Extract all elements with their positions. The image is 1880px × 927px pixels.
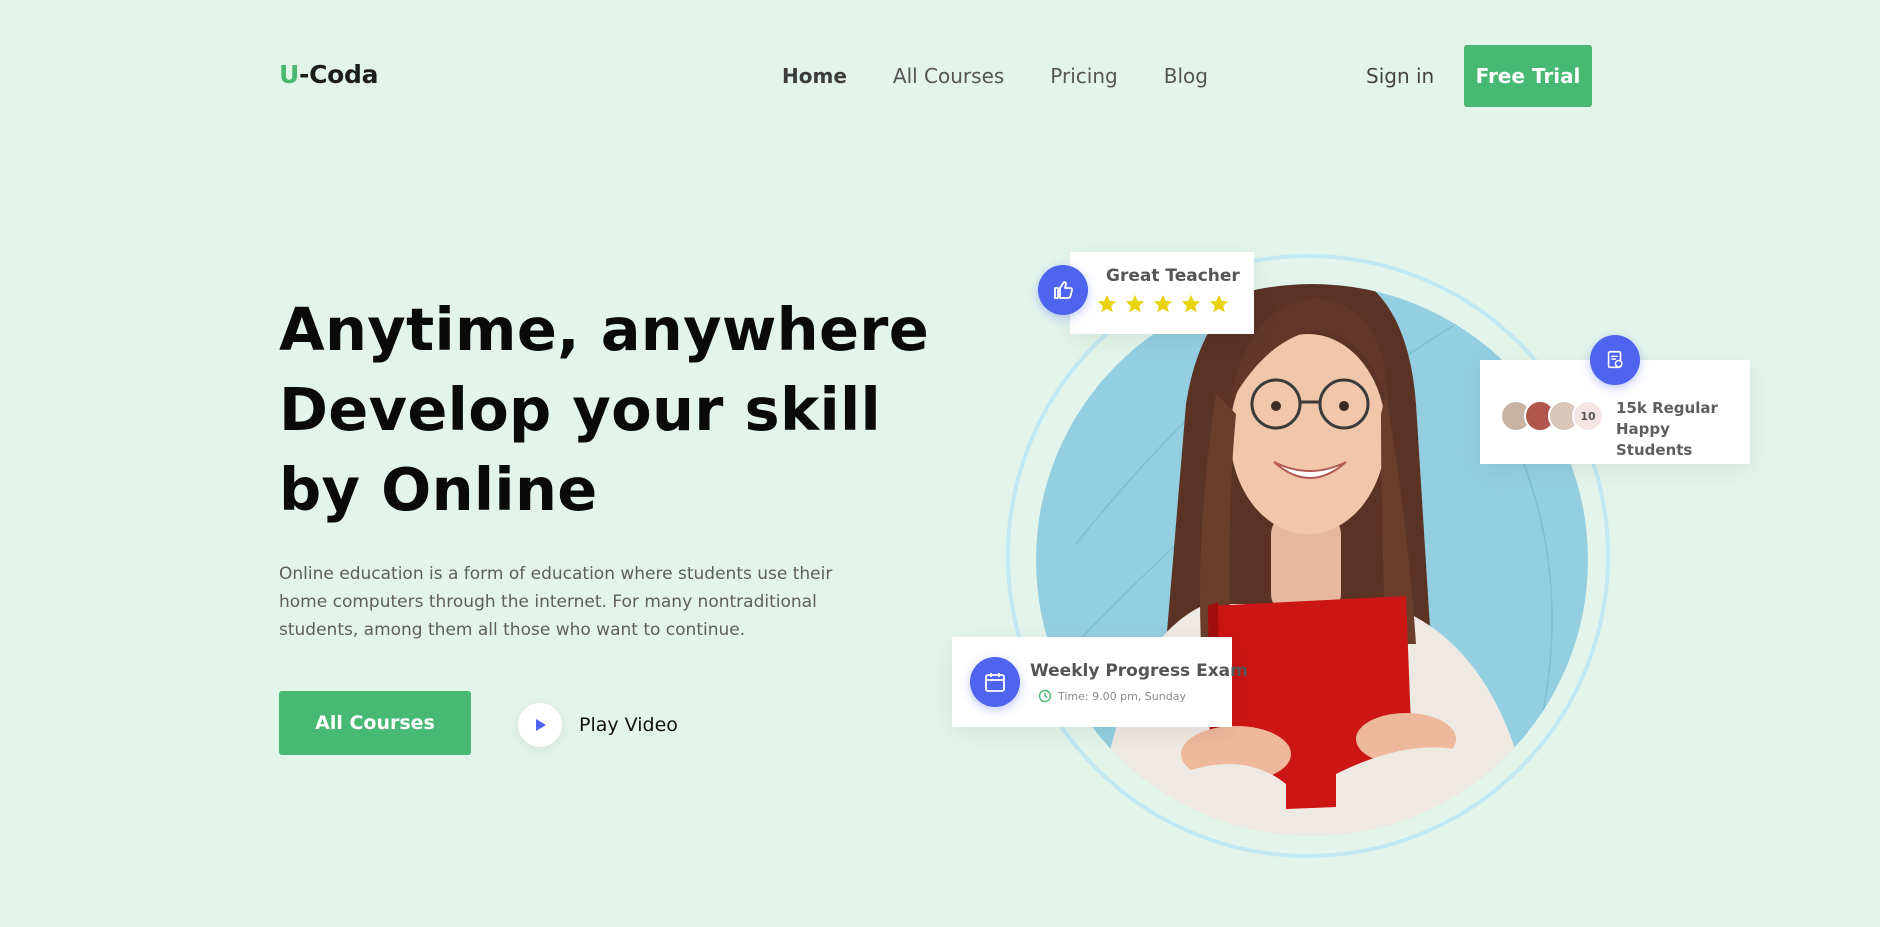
weekly-exam-card: Weekly Progress Exam Time: 9.00 pm, Sund… <box>952 637 1248 727</box>
hero-description: Online education is a form of education … <box>279 564 833 640</box>
teacher-card-title: Great Teacher <box>1106 266 1240 286</box>
main-nav: Home All Courses Pricing Blog <box>782 64 1208 88</box>
all-courses-button[interactable]: All Courses <box>279 691 471 755</box>
exam-card-title: Weekly Progress Exam <box>1030 661 1248 681</box>
nav-item-blog[interactable]: Blog <box>1164 64 1208 88</box>
clock-icon <box>1038 689 1052 703</box>
exam-time: Time: 9.00 pm, Sunday <box>1038 689 1186 703</box>
star-icon <box>1125 294 1145 313</box>
landing-page: U-Coda Home All Courses Pricing Blog Sig… <box>0 0 1880 927</box>
star-icon <box>1209 294 1229 313</box>
play-video-button[interactable]: Play Video <box>518 703 678 747</box>
nav-item-home[interactable]: Home <box>782 64 847 88</box>
headline-line-1: Anytime, anywhere <box>279 295 930 364</box>
students-line-2: Happy Students <box>1616 420 1693 459</box>
free-trial-button[interactable]: Free Trial <box>1464 45 1592 107</box>
headline-line-2: Develop your skill <box>279 375 882 444</box>
nav-item-all-courses[interactable]: All Courses <box>893 64 1004 88</box>
play-icon[interactable] <box>518 703 562 747</box>
rating-stars <box>1096 293 1230 315</box>
headline-line-3: by Online <box>279 455 598 524</box>
exam-time-text: Time: 9.00 pm, Sunday <box>1058 689 1186 703</box>
thumbs-up-icon <box>1038 265 1088 315</box>
calendar-icon <box>970 657 1020 707</box>
students-line-1: 15k Regular <box>1616 399 1718 417</box>
star-icon <box>1181 294 1201 313</box>
hero-headline: Anytime, anywhere Develop your skill by … <box>279 290 929 530</box>
students-text: 15k Regular Happy Students <box>1616 398 1750 461</box>
clipboard-icon <box>1590 335 1640 385</box>
great-teacher-card: Great Teacher <box>1070 252 1254 334</box>
star-icon <box>1153 294 1173 313</box>
avatar-group: 10 <box>1500 400 1604 432</box>
logo[interactable]: U-Coda <box>279 60 378 89</box>
sign-in-link[interactable]: Sign in <box>1366 64 1434 88</box>
star-icon <box>1097 294 1117 313</box>
nav-item-pricing[interactable]: Pricing <box>1050 64 1117 88</box>
play-video-label: Play Video <box>579 714 678 736</box>
avatar-count: 10 <box>1572 400 1604 432</box>
